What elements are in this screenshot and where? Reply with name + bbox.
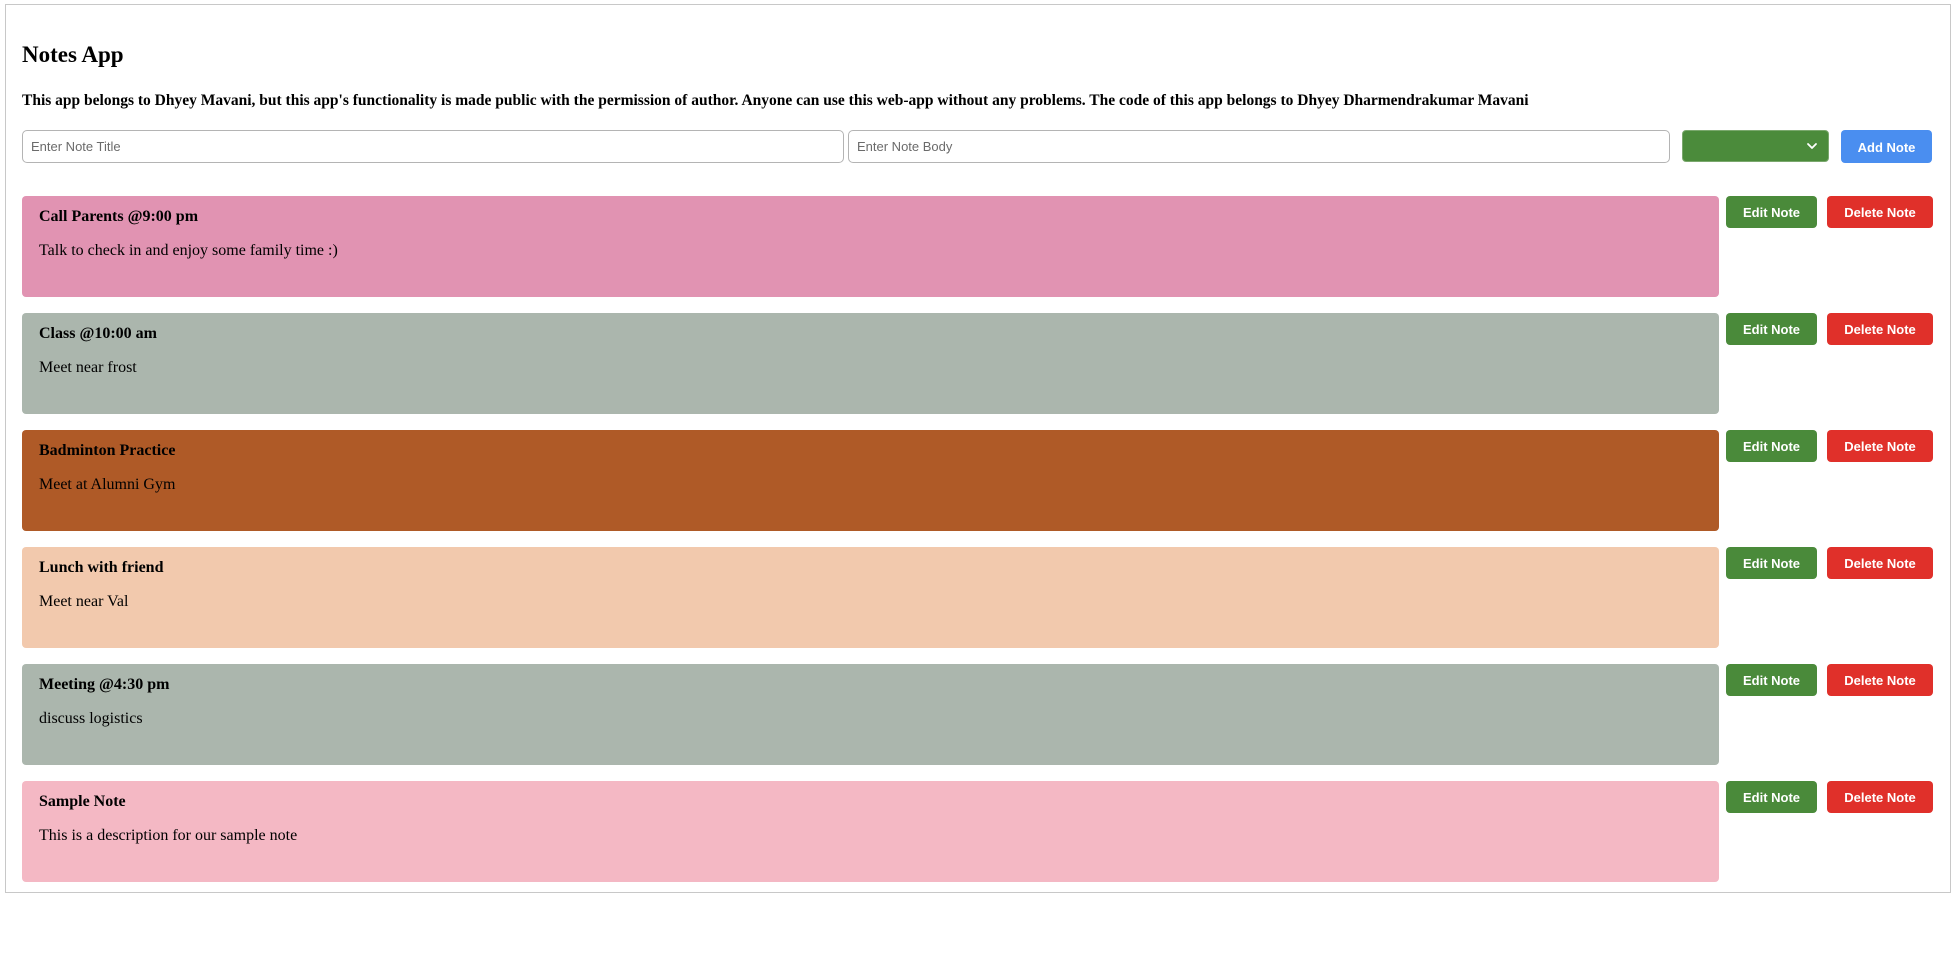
- note-title: Lunch with friend: [39, 559, 164, 576]
- note-title: Call Parents @9:00 pm: [39, 208, 199, 225]
- note-card: Class @10:00 am Meet near frost: [22, 313, 1719, 414]
- note-title-input[interactable]: [22, 130, 844, 163]
- note-body: Meet near Val: [39, 593, 129, 610]
- note-card: Call Parents @9:00 pm Talk to check in a…: [22, 196, 1719, 297]
- edit-note-button[interactable]: Edit Note: [1726, 196, 1817, 228]
- note-body-input[interactable]: [848, 130, 1670, 163]
- note-card: Meeting @4:30 pm discuss logistics: [22, 664, 1719, 765]
- chevron-down-icon: [1807, 143, 1817, 149]
- app-description: This app belongs to Dhyey Mavani, but th…: [22, 92, 1529, 109]
- edit-note-button[interactable]: Edit Note: [1726, 664, 1817, 696]
- note-card: Badminton Practice Meet at Alumni Gym: [22, 430, 1719, 531]
- edit-note-button[interactable]: Edit Note: [1726, 313, 1817, 345]
- app-container: Notes App This app belongs to Dhyey Mava…: [5, 4, 1951, 893]
- delete-note-button[interactable]: Delete Note: [1827, 313, 1933, 345]
- edit-note-button[interactable]: Edit Note: [1726, 430, 1817, 462]
- note-title: Sample Note: [39, 793, 126, 810]
- note-body: discuss logistics: [39, 710, 143, 727]
- note-body: Talk to check in and enjoy some family t…: [39, 242, 338, 259]
- delete-note-button[interactable]: Delete Note: [1827, 430, 1933, 462]
- app-title: Notes App: [22, 42, 124, 67]
- note-title: Badminton Practice: [39, 442, 176, 459]
- note-row: Call Parents @9:00 pm Talk to check in a…: [22, 196, 1942, 297]
- add-note-button[interactable]: Add Note: [1841, 130, 1932, 163]
- edit-note-button[interactable]: Edit Note: [1726, 781, 1817, 813]
- delete-note-button[interactable]: Delete Note: [1827, 781, 1933, 813]
- note-title: Meeting @4:30 pm: [39, 676, 170, 693]
- note-body: Meet at Alumni Gym: [39, 476, 176, 493]
- note-body: This is a description for our sample not…: [39, 827, 298, 844]
- delete-note-button[interactable]: Delete Note: [1827, 547, 1933, 579]
- note-color-select[interactable]: [1682, 130, 1829, 162]
- note-row: Class @10:00 am Meet near frost Edit Not…: [22, 313, 1942, 414]
- note-row: Meeting @4:30 pm discuss logistics Edit …: [22, 664, 1942, 765]
- note-card: Sample Note This is a description for ou…: [22, 781, 1719, 882]
- note-title: Class @10:00 am: [39, 325, 157, 342]
- note-card: Lunch with friend Meet near Val: [22, 547, 1719, 648]
- delete-note-button[interactable]: Delete Note: [1827, 196, 1933, 228]
- note-row: Badminton Practice Meet at Alumni Gym Ed…: [22, 430, 1942, 531]
- note-row: Lunch with friend Meet near Val Edit Not…: [22, 547, 1942, 648]
- edit-note-button[interactable]: Edit Note: [1726, 547, 1817, 579]
- note-row: Sample Note This is a description for ou…: [22, 781, 1942, 882]
- note-body: Meet near frost: [39, 359, 137, 376]
- delete-note-button[interactable]: Delete Note: [1827, 664, 1933, 696]
